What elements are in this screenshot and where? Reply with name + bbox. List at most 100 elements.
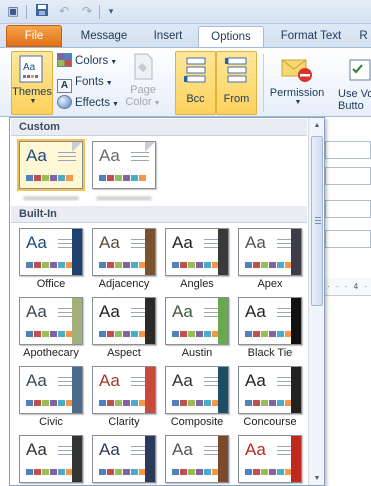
theme-accent-bar bbox=[218, 298, 228, 344]
undo-icon[interactable]: ↶ bbox=[55, 3, 73, 20]
theme-thumbnail[interactable]: Aa ▬▬▬▬▬ bbox=[17, 139, 85, 205]
fonts-button[interactable]: A Fonts ▼ bbox=[57, 73, 113, 93]
outlook-app-icon[interactable]: ▣ bbox=[4, 3, 22, 20]
gallery-scrollbar[interactable]: ▲ ▼ bbox=[308, 118, 324, 485]
theme-preview: Aa bbox=[165, 228, 229, 276]
theme-preview: Aa bbox=[92, 141, 156, 189]
toolbar-separator bbox=[99, 5, 100, 19]
themes-gallery: Custom Built-In ▲ ▼ Aa ▬▬▬▬▬ Aa ▬▬▬▬▬ Aa Offi… bbox=[9, 117, 325, 486]
theme-preview: Aa bbox=[92, 435, 156, 483]
customize-toolbar-icon[interactable]: ▾ bbox=[102, 3, 120, 20]
theme-thumbnail[interactable]: Aa Angles bbox=[165, 228, 229, 292]
theme-preview: Aa bbox=[165, 366, 229, 414]
theme-font-sample: Aa bbox=[26, 233, 47, 252]
toolbar-separator bbox=[26, 5, 27, 19]
chevron-down-icon: ▼ bbox=[105, 80, 113, 87]
scrollbar-thumb[interactable] bbox=[311, 136, 323, 306]
theme-thumbnail[interactable]: Aa bbox=[165, 435, 229, 485]
tab-review[interactable]: R bbox=[356, 26, 371, 48]
theme-color-swatches bbox=[245, 469, 293, 475]
theme-color-swatches bbox=[172, 400, 220, 406]
theme-thumbnail[interactable]: Aa Office bbox=[19, 228, 83, 292]
from-button[interactable]: From bbox=[216, 51, 257, 115]
theme-thumbnail[interactable]: Aa Apothecary bbox=[19, 297, 83, 361]
theme-color-swatches bbox=[26, 175, 74, 181]
scroll-up-icon[interactable]: ▲ bbox=[310, 119, 324, 133]
tab-message[interactable]: Message bbox=[70, 26, 138, 48]
theme-thumbnail[interactable]: Aa Concourse bbox=[238, 366, 302, 430]
theme-color-swatches bbox=[26, 262, 74, 268]
tab-insert[interactable]: Insert bbox=[140, 26, 196, 48]
ribbon-tab-row: File Message Insert Options Format Text … bbox=[0, 24, 371, 49]
theme-color-swatches bbox=[99, 400, 147, 406]
chevron-down-icon: ▼ bbox=[294, 99, 302, 106]
theme-thumbnail[interactable]: Aa Aspect bbox=[92, 297, 156, 361]
themes-button[interactable]: Aa Themes ▼ bbox=[11, 51, 53, 115]
bcc-field[interactable] bbox=[325, 200, 371, 218]
theme-name: Adjacency bbox=[98, 278, 150, 290]
subject-field[interactable] bbox=[325, 230, 371, 248]
theme-color-swatches bbox=[245, 400, 293, 406]
redo-icon[interactable]: ↷ bbox=[78, 3, 96, 20]
theme-thumbnail[interactable]: Aa Austin bbox=[165, 297, 229, 361]
theme-accent-bar bbox=[218, 436, 228, 482]
theme-thumbnail[interactable]: Aa bbox=[92, 435, 156, 485]
quick-access-toolbar: ▣ ↶ ↷ ▾ bbox=[0, 0, 371, 24]
tab-options[interactable]: Options bbox=[198, 26, 264, 49]
from-icon bbox=[224, 57, 246, 83]
tab-format-text[interactable]: Format Text bbox=[270, 26, 352, 48]
to-field[interactable] bbox=[325, 141, 371, 159]
theme-color-swatches bbox=[26, 331, 74, 337]
permission-label: Permission bbox=[269, 87, 325, 99]
bcc-button[interactable]: Bcc bbox=[175, 51, 216, 115]
theme-color-swatches bbox=[26, 469, 74, 475]
effects-icon bbox=[57, 95, 72, 109]
save-icon[interactable] bbox=[33, 3, 51, 20]
theme-color-swatches bbox=[99, 262, 147, 268]
theme-text-lines bbox=[131, 152, 149, 164]
theme-font-sample: Aa bbox=[245, 233, 266, 252]
theme-font-sample: Aa bbox=[26, 440, 47, 459]
colors-button[interactable]: Colors ▼ bbox=[57, 52, 117, 71]
cc-field[interactable] bbox=[325, 167, 371, 185]
theme-preview: Aa bbox=[238, 228, 302, 276]
theme-thumbnail[interactable]: Aa ▬▬▬▬▬ bbox=[92, 141, 156, 205]
theme-accent-bar bbox=[218, 229, 228, 275]
colors-label: Colors bbox=[75, 55, 109, 67]
theme-thumbnail[interactable]: Aa Black Tie bbox=[238, 297, 302, 361]
theme-name: Angles bbox=[180, 278, 214, 290]
ruler: · · · 4 · bbox=[325, 278, 371, 296]
theme-accent-bar bbox=[291, 436, 301, 482]
effects-button[interactable]: Effects ▼ bbox=[57, 94, 119, 113]
theme-preview: Aa bbox=[17, 139, 85, 191]
theme-thumbnail[interactable]: Aa bbox=[238, 435, 302, 485]
page-fold-icon bbox=[72, 142, 82, 152]
theme-thumbnail[interactable]: Aa Civic bbox=[19, 366, 83, 430]
theme-thumbnail[interactable]: Aa Adjacency bbox=[92, 228, 156, 292]
theme-color-swatches bbox=[26, 400, 74, 406]
use-voting-buttons-button[interactable]: Use Vo Butto bbox=[334, 51, 371, 115]
chevron-down-icon: ▼ bbox=[111, 101, 119, 108]
permission-button[interactable]: Permission ▼ bbox=[266, 51, 328, 115]
theme-name: Civic bbox=[39, 416, 63, 428]
theme-thumbnail[interactable]: Aa Clarity bbox=[92, 366, 156, 430]
ribbon-options: Aa Themes ▼ Colors ▼ A Fonts ▼ Effects ▼ Pag… bbox=[0, 47, 371, 117]
theme-preview: Aa bbox=[19, 297, 83, 345]
tab-file[interactable]: File bbox=[6, 25, 62, 47]
theme-thumbnail[interactable]: Aa Apex bbox=[238, 228, 302, 292]
theme-preview: Aa bbox=[165, 297, 229, 345]
page-fold-icon bbox=[145, 142, 155, 152]
scroll-down-icon[interactable]: ▼ bbox=[310, 472, 324, 485]
theme-font-sample: Aa bbox=[172, 302, 193, 321]
theme-font-sample: Aa bbox=[99, 302, 120, 321]
use-voting-label: Use Vo bbox=[338, 88, 371, 100]
page-color-button[interactable]: Page Color ▼ bbox=[124, 51, 162, 115]
theme-accent-bar bbox=[72, 298, 82, 344]
theme-thumbnail[interactable]: Aa Composite bbox=[165, 366, 229, 430]
theme-font-sample: Aa bbox=[99, 233, 120, 252]
theme-font-sample: Aa bbox=[172, 440, 193, 459]
theme-color-swatches bbox=[172, 469, 220, 475]
theme-font-sample: Aa bbox=[99, 371, 120, 390]
theme-thumbnail[interactable]: Aa bbox=[19, 435, 83, 485]
grip-icon bbox=[315, 217, 321, 224]
